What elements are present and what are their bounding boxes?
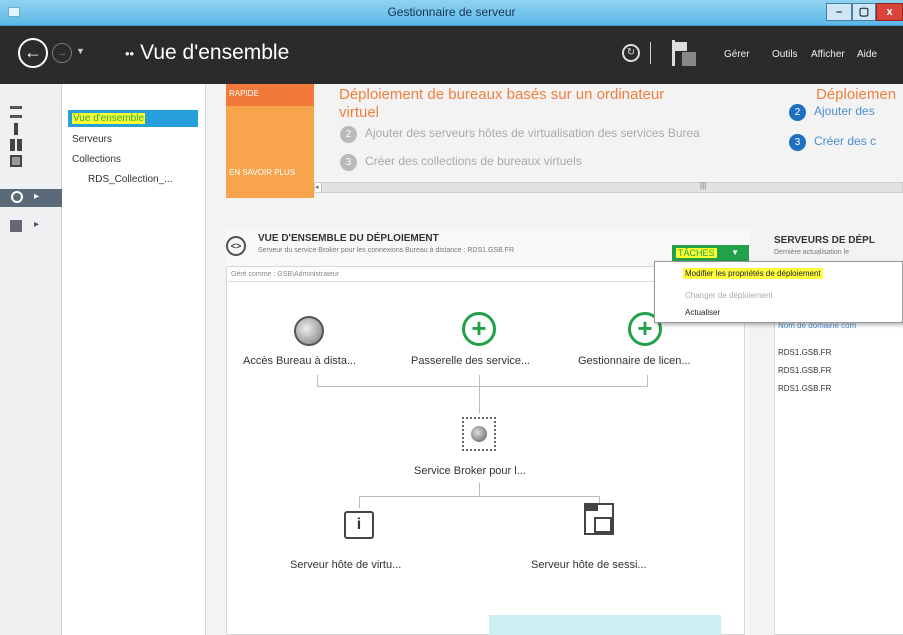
scroll-left-icon[interactable]: ◂ — [315, 183, 322, 192]
sidebar-item-servers[interactable]: Serveurs — [72, 134, 112, 145]
quickstart-step-add-virt-hosts[interactable]: 2 Ajouter des serveurs hôtes de virtualis… — [340, 126, 700, 143]
quickstart-tile[interactable]: RAPIDE — [226, 84, 314, 106]
refresh-icon[interactable]: ↻ — [622, 44, 640, 62]
breadcrumb-current[interactable]: Vue d'ensemble — [140, 41, 289, 64]
window-title-bar: Gestionnaire de serveur – ▢ x — [0, 0, 903, 26]
quickstart-heading-right: Déploiemen — [816, 86, 897, 103]
menu-item-edit-deployment-properties[interactable]: Modifier les propriétés de déploiement — [683, 268, 823, 279]
main-content: RAPIDE EN SAVOIR PLUS Déploiement de bur… — [206, 84, 903, 635]
rd-web-access-globe-icon[interactable] — [294, 316, 324, 346]
menu-gerer[interactable]: Gérer — [724, 49, 750, 60]
close-button[interactable]: x — [876, 3, 903, 21]
server-row[interactable]: RDS1.GSB.FR — [778, 384, 831, 393]
session-host-icon[interactable] — [584, 503, 614, 535]
selected-node-highlight[interactable] — [489, 615, 721, 635]
toolbar-separator — [650, 42, 651, 64]
tasks-dropdown-menu: Modifier les propriétés de déploiement C… — [654, 261, 903, 323]
menu-aide[interactable]: Aide — [857, 49, 877, 60]
file-storage-icon[interactable] — [10, 155, 22, 167]
menu-outils[interactable]: Outils — [772, 49, 798, 60]
minimize-button[interactable]: – — [826, 3, 852, 21]
server-row[interactable]: RDS1.GSB.FR — [778, 366, 831, 375]
node-virtualization-host[interactable]: Serveur hôte de virtu... — [290, 559, 401, 571]
deployment-servers-title: SERVEURS DE DÉPL — [774, 235, 875, 246]
node-rd-gateway[interactable]: Passerelle des service... — [411, 355, 530, 367]
node-rd-web-access[interactable]: Accès Bureau à dista... — [243, 355, 356, 367]
wsus-icon[interactable] — [10, 220, 22, 232]
local-server-icon[interactable] — [14, 123, 18, 135]
dashboard-icon[interactable] — [10, 106, 22, 118]
breadcrumb: •• Vue d'ensemble — [125, 41, 289, 65]
main-toolbar: ← → ▼ •• Vue d'ensemble ↻ Gérer Outils Af… — [0, 26, 903, 84]
sidebar-item-collections[interactable]: Collections — [72, 154, 121, 165]
all-servers-icon[interactable] — [10, 139, 22, 151]
horizontal-scrollbar[interactable]: ◂ ||| — [314, 181, 903, 193]
deployment-overview-title: VUE D'ENSEMBLE DU DÉPLOIEMENT — [258, 233, 439, 244]
chevron-down-icon: ▼ — [731, 248, 739, 257]
quickstart-step-create-right[interactable]: 3 Créer des c — [789, 134, 876, 151]
node-session-host[interactable]: Serveur hôte de sessi... — [531, 559, 647, 571]
window-title: Gestionnaire de serveur — [387, 5, 516, 19]
expand-arrow-icon: ▸ — [34, 219, 40, 230]
learn-more-tile[interactable]: EN SAVOIR PLUS — [226, 106, 314, 198]
maximize-button[interactable]: ▢ — [852, 3, 876, 21]
deployment-overview-subtitle: Serveur du service Broker pour les conne… — [258, 247, 515, 254]
quickstart-heading: Déploiement de bureaux basés sur un ordi… — [339, 86, 665, 121]
menu-afficher[interactable]: Afficher — [811, 49, 845, 60]
remote-desktop-services-nav[interactable]: ▸ — [0, 189, 62, 207]
forward-button[interactable]: → — [52, 43, 72, 63]
tasks-button[interactable]: TÂCHES ▼ — [672, 245, 749, 261]
sidebar-item-overview[interactable]: Vue d'ensemble — [68, 110, 198, 127]
sidebar-item-rds-collection[interactable]: RDS_Collection_... — [88, 174, 172, 185]
remote-desktop-icon — [11, 191, 23, 203]
expand-arrow-icon: ▸ — [34, 191, 40, 202]
virtualization-host-info-icon[interactable]: i — [344, 511, 374, 539]
quickstart-step-create-collections[interactable]: 3 Créer des collections de bureaux virtue… — [340, 154, 582, 171]
notifications-flag-icon[interactable] — [672, 40, 696, 66]
deployment-overview-icon: <> — [226, 236, 246, 256]
deployment-servers-subtitle: Dernière actualisation le — [774, 249, 850, 256]
connection-broker-icon[interactable] — [462, 417, 496, 451]
quickstart-step-add-right[interactable]: 2 Ajouter des — [789, 104, 875, 121]
add-gateway-plus-icon[interactable]: + — [462, 312, 496, 346]
breadcrumb-dots-icon: •• — [125, 45, 135, 61]
node-connection-broker[interactable]: Service Broker pour l... — [414, 465, 526, 477]
history-dropdown-icon[interactable]: ▼ — [76, 46, 85, 56]
scroll-grip-icon[interactable]: ||| — [700, 181, 706, 190]
navigation-rail: ▸ ▸ — [0, 84, 62, 635]
menu-item-refresh[interactable]: Actualiser — [685, 308, 720, 317]
menu-item-change-deployment: Changer de déploiement — [685, 291, 773, 300]
node-rd-licensing[interactable]: Gestionnaire de licen... — [578, 355, 691, 367]
sidebar-tree: Vue d'ensemble Serveurs Collections RDS_… — [62, 84, 206, 635]
back-button[interactable]: ← — [18, 38, 48, 68]
server-row[interactable]: RDS1.GSB.FR — [778, 348, 831, 357]
